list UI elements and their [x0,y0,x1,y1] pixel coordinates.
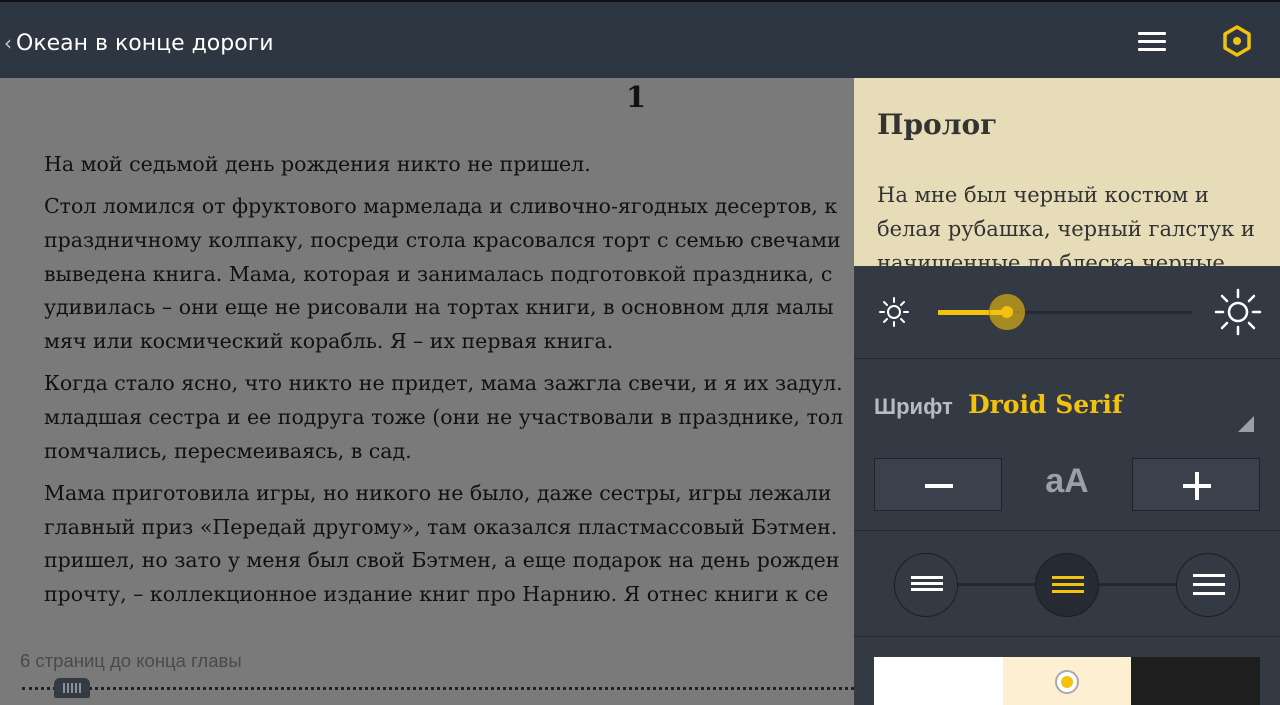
reading-settings-panel: Шрифт Droid Serif aA [854,266,1280,705]
line-spacing-medium-icon [1052,576,1084,579]
theme-black[interactable] [1131,657,1261,705]
text-line: Мама приготовила игры, но никого не было… [44,480,832,505]
text-line: помчались, пересмеиваясь, в сад. [44,438,412,463]
gear-icon [1223,25,1251,57]
book-title: Океан в конце дороги [16,30,274,56]
settings-button[interactable] [1220,24,1254,58]
progress-thumb[interactable] [54,678,90,698]
book-text: На мой седьмой день рождения никто не пр… [44,148,854,620]
paragraph: Стол ломился от фруктового мармелада и с… [44,190,854,359]
app-bar: ‹ Океан в конце дороги [0,0,1280,78]
dropdown-arrow-icon[interactable] [1238,416,1254,432]
preview-text: На мне был черный костюм и белая рубашка… [877,183,1255,266]
line-spacing-wide-icon [1193,583,1225,586]
text-line: пришел, но зато у меня был свой Бэтмен, … [44,548,840,573]
theme-selector [874,657,1261,705]
font-selector[interactable]: Droid Serif [968,390,1123,419]
chapter-progress-track[interactable] [22,687,854,690]
line-spacing-wide-icon [1193,592,1225,595]
line-spacing-compact-icon [911,582,943,585]
chevron-left-icon: ‹ [4,31,12,55]
theme-sepia[interactable] [1002,657,1132,705]
menu-icon-line [1138,48,1166,51]
menu-icon-line [1138,40,1166,43]
text-line: Когда стало ясно, что никто не придет, м… [44,371,843,396]
brightness-knob[interactable] [989,294,1025,330]
text-line: удивилась – они еще не рисовали на торта… [44,295,834,320]
font-size-indicator: aA [1045,462,1089,500]
chapter-preview: Пролог На мне был черный костюм и белая … [854,78,1280,266]
paragraph: Мама приготовила игры, но никого не было… [44,477,854,612]
selected-radio-icon [1054,670,1079,694]
divider [854,530,1280,531]
line-spacing-wide-button[interactable] [1176,553,1240,617]
text-line: праздничному колпаку, посреди стола крас… [44,227,841,252]
increase-font-button[interactable] [1132,458,1260,511]
plus-icon-vertical [1195,472,1199,500]
divider [854,636,1280,637]
chapter-title: Пролог [877,108,998,141]
page-number: 1 [625,80,647,114]
sun-large-icon [1214,288,1262,336]
text-line: выведена книга. Мама, которая и занимала… [44,261,833,286]
menu-icon-line [1138,32,1166,35]
divider [854,358,1280,359]
text-line: младшая сестра и ее подруга тоже (они не… [44,404,844,429]
pages-left-label: 6 страниц до конца главы [20,650,242,671]
theme-white[interactable] [874,657,1003,705]
paragraph: На мой седьмой день рождения никто не пр… [44,148,854,182]
line-spacing-medium-button[interactable] [1035,553,1099,617]
text-line: Стол ломился от фруктового мармелада и с… [44,194,838,219]
minus-icon [925,484,953,488]
menu-button[interactable] [1136,28,1168,54]
text-line: главный приз «Передай другому», там оказ… [44,514,838,539]
decrease-font-button[interactable] [874,458,1002,511]
line-spacing-wide-icon [1193,574,1225,577]
line-spacing-compact-icon [911,576,943,579]
font-label: Шрифт [874,394,953,419]
brightness-slider[interactable] [938,294,1192,330]
reading-area[interactable]: 1 На мой седьмой день рождения никто не … [0,78,854,705]
sun-small-icon [879,297,909,327]
text-line: мяч или космический корабль. Я – их перв… [44,329,614,354]
paragraph: Когда стало ясно, что никто не придет, м… [44,367,854,468]
text-line: прочту, – коллекционное издание книг про… [44,581,829,606]
text-line: На мой седьмой день рождения никто не пр… [44,152,591,176]
line-spacing-compact-button[interactable] [894,553,958,617]
line-spacing-medium-icon [1052,590,1084,593]
line-spacing-compact-icon [911,588,943,591]
back-button[interactable]: ‹ Океан в конце дороги [4,26,274,60]
line-spacing-medium-icon [1052,583,1084,586]
